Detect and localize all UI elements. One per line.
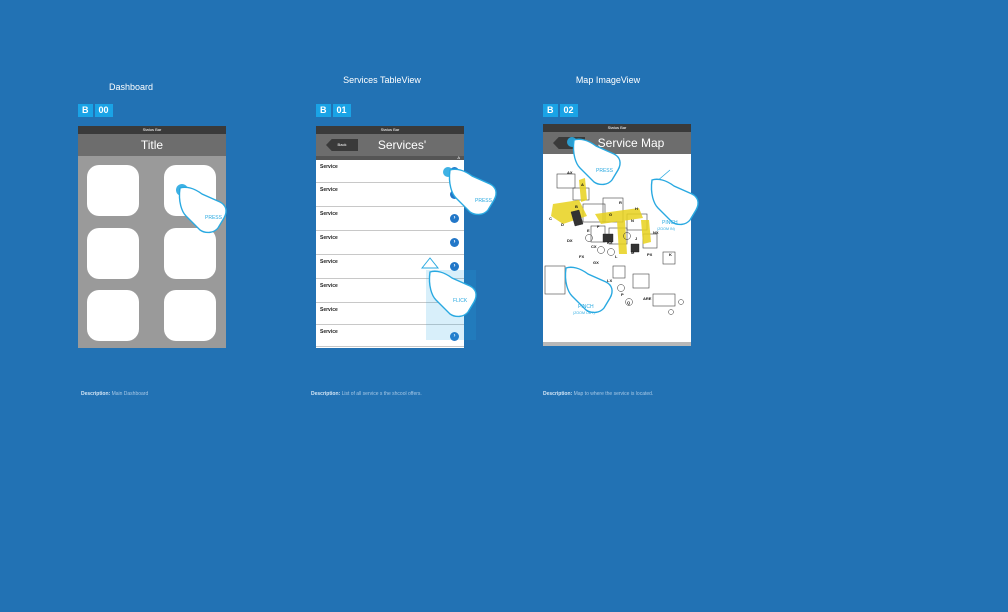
status-bar: Status Bar	[543, 124, 691, 132]
map-label: A	[581, 182, 584, 187]
nav-title: Service Map	[597, 136, 665, 150]
dashboard-tile-3[interactable]	[87, 228, 139, 279]
campus-map-image[interactable]: AX A B C D E F G H K R N P Q J L M DX CX…	[543, 154, 691, 346]
map-label: KX	[607, 240, 613, 245]
dashboard-grid	[78, 156, 226, 348]
map-label: G	[609, 212, 612, 217]
map-label: E	[587, 228, 590, 233]
table-row[interactable]: Service	[316, 279, 464, 303]
nav-bar: Title	[78, 134, 226, 156]
description-text: Main Dashboard	[111, 391, 149, 397]
row-label: Service	[320, 211, 338, 217]
disclosure-icon[interactable]: ›	[450, 262, 459, 271]
nav-bar: Back Services'	[316, 134, 464, 156]
description-label: Description:	[311, 391, 341, 397]
dashboard-tile-5[interactable]	[87, 290, 139, 341]
map-label: LX	[607, 278, 612, 283]
table-row[interactable]: Service ›	[316, 325, 464, 347]
disclosure-icon[interactable]: ›	[450, 332, 459, 341]
map-label: Q	[627, 300, 630, 305]
map-label: J	[635, 236, 637, 241]
table-row[interactable]: Service ›	[316, 207, 464, 231]
map-label: N	[631, 218, 634, 223]
description-text: List of all service s the shcool offers.	[341, 391, 422, 397]
table-row[interactable]: Service ›	[316, 183, 464, 207]
screen-badge-b02: B 02	[543, 104, 578, 117]
map-label: D	[561, 222, 564, 227]
row-label: Service	[320, 307, 338, 313]
map-label: B	[575, 204, 578, 209]
screen-title-map: Map ImageView	[575, 75, 641, 85]
screen-title-services: Services TableView	[343, 75, 421, 85]
map-label: DX	[567, 238, 573, 243]
disclosure-icon[interactable]: ›	[450, 238, 459, 247]
services-phone: Status Bar Back Services' A Service › Ser…	[316, 126, 464, 348]
description-label: Description:	[543, 391, 573, 397]
badge-letter: B	[543, 104, 558, 117]
map-label: K	[669, 252, 672, 257]
screen-badge-b01: B 01	[316, 104, 351, 117]
disclosure-icon[interactable]: ›	[450, 214, 459, 223]
map-label: NX	[653, 230, 659, 235]
screen-description: Description: List of all service s the s…	[311, 391, 422, 397]
services-table: Service › Service › Service › Service › Serv…	[316, 160, 464, 347]
nav-title: Title	[140, 138, 164, 152]
dashboard-phone: Status Bar Title	[78, 126, 226, 348]
screen-description: Description: Map to where the service is…	[543, 391, 653, 397]
dashboard-tile-2[interactable]	[164, 165, 216, 216]
badge-letter: B	[316, 104, 331, 117]
map-label: AX	[567, 170, 573, 175]
row-label: Service	[320, 329, 338, 335]
map-label: P	[621, 292, 624, 297]
description-label: Description:	[81, 391, 111, 397]
back-button[interactable]: Back	[326, 139, 358, 151]
nav-title: Services'	[377, 138, 427, 152]
map-label: CX	[591, 244, 597, 249]
table-row[interactable]: Service ›	[316, 231, 464, 255]
description-text: Map to where the service is located.	[573, 391, 654, 397]
row-label: Service	[320, 235, 338, 241]
map-label: C	[549, 216, 552, 221]
disclosure-icon[interactable]: ›	[450, 190, 459, 199]
dashboard-tile-4[interactable]	[164, 228, 216, 279]
map-label: R	[619, 200, 622, 205]
badge-number: 00	[94, 104, 113, 117]
table-row[interactable]: Service ›	[316, 255, 464, 279]
status-bar: Status Bar	[316, 126, 464, 134]
map-label: GX	[593, 260, 599, 265]
row-label: Service	[320, 283, 338, 289]
disclosure-icon[interactable]: ›	[450, 167, 459, 176]
screen-description: Description: Main Dashboard	[81, 391, 148, 397]
badge-letter: B	[78, 104, 93, 117]
map-label: PX	[647, 252, 653, 257]
badge-number: 01	[332, 104, 351, 117]
status-bar: Status Bar	[78, 126, 226, 134]
map-label: ARE	[643, 296, 652, 301]
row-label: Service	[320, 164, 338, 170]
row-label: Service	[320, 259, 338, 265]
row-label: Service	[320, 187, 338, 193]
screen-title-dashboard: Dashboard	[108, 82, 154, 92]
map-label: FX	[579, 254, 584, 259]
table-row[interactable]: Service	[316, 303, 464, 325]
map-phone: Status Bar Service Map AX A B C D E F G …	[543, 124, 691, 346]
back-button[interactable]	[553, 137, 585, 149]
map-label: H	[635, 206, 638, 211]
nav-bar: Service Map	[543, 132, 691, 154]
gesture-label: PRESS	[475, 198, 493, 204]
dashboard-tile-6[interactable]	[164, 290, 216, 341]
screen-badge-b00: B 00	[78, 104, 113, 117]
table-row[interactable]: Service ›	[316, 160, 464, 183]
badge-number: 02	[559, 104, 578, 117]
dashboard-tile-1[interactable]	[87, 165, 139, 216]
